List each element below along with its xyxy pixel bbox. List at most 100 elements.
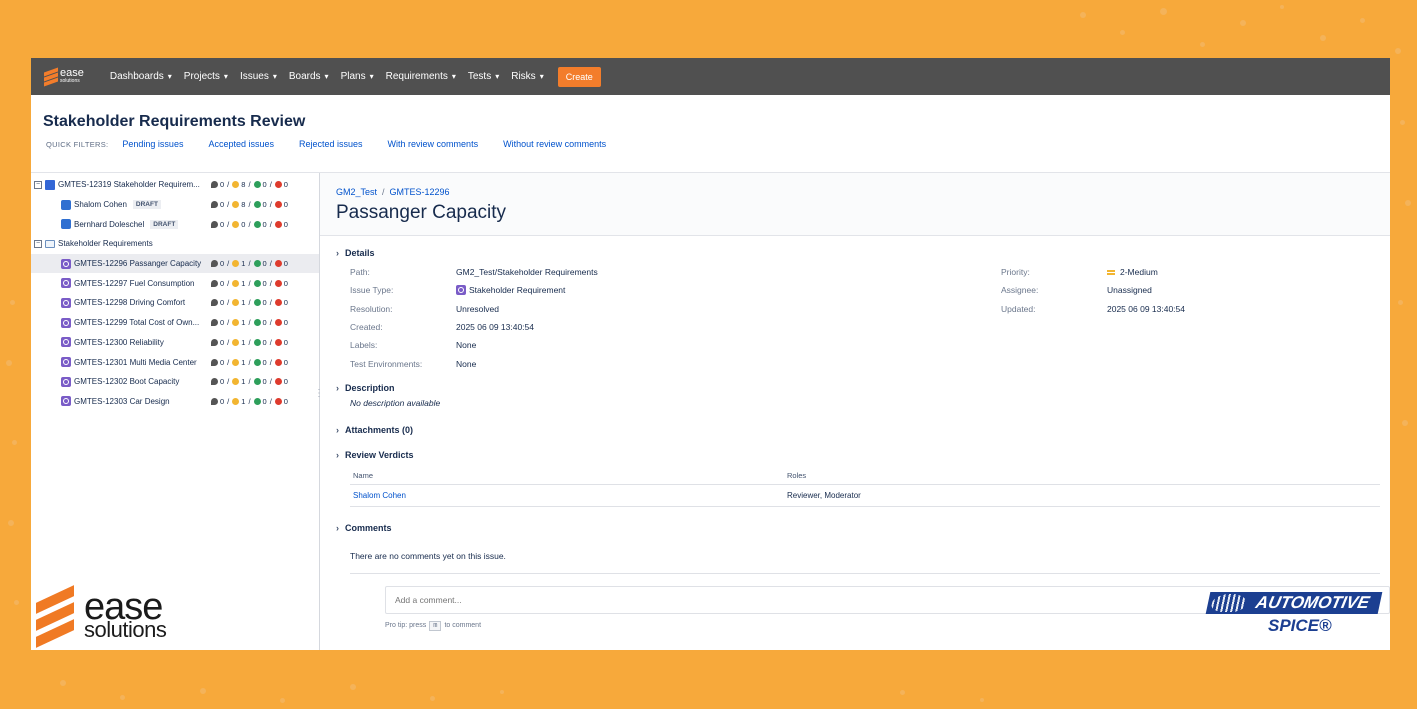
- filter-pending[interactable]: Pending issues: [122, 139, 183, 149]
- nav-risks[interactable]: Risks ▾: [511, 71, 543, 82]
- field-value-text: None: [456, 358, 477, 369]
- count-value: 0: [262, 200, 267, 210]
- review-verdicts-toggle[interactable]: › Review Verdicts: [336, 450, 1390, 460]
- verdict-col-roles[interactable]: Roles: [784, 466, 1380, 485]
- table-row: Shalom Cohen Reviewer, Moderator: [350, 484, 1380, 507]
- collapse-toggle-icon[interactable]: −: [34, 180, 42, 189]
- nav-boards[interactable]: Boards ▾: [289, 71, 329, 82]
- tree-item-label: GMTES-12300 Reliability: [74, 337, 164, 347]
- count-separator: /: [248, 200, 251, 210]
- requirement-icon: [61, 376, 71, 387]
- reviewer-icon: [61, 219, 71, 230]
- filter-without-comments[interactable]: Without review comments: [503, 139, 606, 149]
- nav-tests[interactable]: Tests ▾: [468, 71, 499, 82]
- count-value: 0: [283, 298, 288, 308]
- pending-icon: [232, 201, 240, 209]
- accepted-icon: [253, 319, 261, 327]
- nav-dashboards[interactable]: Dashboards ▾: [110, 71, 172, 82]
- count-value: 0: [283, 318, 288, 328]
- protip-suffix: to comment: [444, 621, 482, 629]
- tree-issue[interactable]: GMTES-12298 Driving Comfort 0/1/0/0: [31, 293, 319, 313]
- tree-issue[interactable]: GMTES-12302 Boot Capacity 0/1/0/0: [31, 372, 319, 392]
- details-toggle[interactable]: › Details: [336, 248, 1390, 258]
- protip-key: m: [429, 620, 442, 631]
- tree-issue[interactable]: GMTES-12300 Reliability 0/1/0/0: [31, 333, 319, 353]
- description-toggle[interactable]: › Description: [336, 383, 1390, 393]
- attachments-toggle[interactable]: › Attachments (0): [336, 425, 1390, 435]
- tree-issue[interactable]: GMTES-12301 Multi Media Center 0/1/0/0: [31, 352, 319, 372]
- panel-splitter-handle[interactable]: ⋮: [314, 388, 324, 399]
- top-navigation: ease solutions Dashboards ▾ Projects ▾ Issues…: [31, 58, 1390, 95]
- chevron-right-icon: ›: [336, 424, 339, 435]
- ease-solutions-logo: ease solutions: [36, 585, 167, 648]
- verdict-col-name[interactable]: Name: [350, 466, 784, 485]
- verdict-reviewer-name[interactable]: Shalom Cohen: [350, 484, 784, 507]
- count-value: 0: [220, 278, 225, 288]
- nav-requirements[interactable]: Requirements ▾: [386, 71, 456, 82]
- comments-count-icon: [211, 299, 218, 307]
- rejected-icon: [274, 397, 282, 405]
- count-separator: /: [248, 298, 251, 308]
- field-value: Unresolved: [456, 304, 499, 314]
- tree-item-label: GMTES-12319 Stakeholder Requirem...: [58, 180, 200, 190]
- nav-issues[interactable]: Issues ▾: [240, 71, 277, 82]
- filter-accepted[interactable]: Accepted issues: [208, 139, 274, 149]
- tree-issue[interactable]: GMTES-12296 Passanger Capacity 0/1/0/0: [31, 253, 319, 274]
- tree-reviewer[interactable]: Shalom Cohen DRAFT 0/8/0/0: [31, 195, 319, 215]
- count-separator: /: [269, 377, 272, 387]
- users-icon: [45, 179, 55, 190]
- field-row: Test Environments: None: [350, 354, 1390, 372]
- tree-review-root[interactable]: − GMTES-12319 Stakeholder Requirem... 0/8/…: [31, 175, 319, 195]
- pending-icon: [232, 397, 240, 405]
- count-separator: /: [248, 219, 251, 229]
- ease-logo-small[interactable]: ease solutions: [44, 66, 84, 87]
- tree-folder[interactable]: − Stakeholder Requirements: [31, 234, 319, 254]
- tree-issue[interactable]: GMTES-12297 Fuel Consumption 0/1/0/0: [31, 273, 319, 293]
- count-separator: /: [269, 180, 272, 190]
- filter-with-comments[interactable]: With review comments: [388, 139, 479, 149]
- count-value: 0: [283, 200, 288, 210]
- issue-panel: ⋮ GM2_Test / GMTES-12296 Passanger Capacit…: [314, 173, 1390, 650]
- breadcrumb-project[interactable]: GM2_Test: [336, 187, 377, 197]
- tree-reviewer[interactable]: Bernhard Doleschel DRAFT 0/0/0/0: [31, 214, 319, 234]
- comments-count-icon: [211, 358, 218, 366]
- tree-item-label: GMTES-12301 Multi Media Center: [74, 357, 197, 367]
- count-value: 1: [241, 278, 246, 288]
- review-verdicts-label: Review Verdicts: [345, 449, 414, 460]
- chevron-right-icon: ›: [336, 248, 339, 258]
- field-row: Resolution: Unresolved: [350, 300, 1390, 318]
- rejected-icon: [274, 358, 282, 366]
- spice-bottom-text: SPICE®: [1268, 616, 1332, 635]
- nav-label: Projects: [183, 71, 220, 82]
- count-value: 0: [220, 180, 225, 190]
- nav-projects[interactable]: Projects ▾: [184, 71, 228, 82]
- breadcrumb-issue-key[interactable]: GMTES-12296: [390, 187, 450, 197]
- comments-count-icon: [211, 378, 218, 386]
- verdicts-table: Name Roles Shalom Cohen Reviewer, Modera…: [350, 466, 1380, 507]
- review-tree: − GMTES-12319 Stakeholder Requirem... 0/8/…: [31, 173, 320, 650]
- requirement-icon: [61, 297, 71, 308]
- field-row: Issue Type: Stakeholder Requirement: [350, 281, 1390, 299]
- comments-count-icon: [211, 181, 218, 189]
- count-value: 8: [241, 180, 246, 190]
- field-label: Created:: [350, 322, 383, 333]
- filter-rejected[interactable]: Rejected issues: [299, 139, 363, 149]
- comments-toggle[interactable]: › Comments: [336, 523, 1390, 533]
- tree-issue[interactable]: GMTES-12299 Total Cost of Own... 0/1/0/0: [31, 313, 319, 333]
- tree-issue[interactable]: GMTES-12303 Car Design 0/1/0/0: [31, 392, 319, 412]
- count-separator: /: [227, 357, 230, 367]
- collapse-toggle-icon[interactable]: −: [34, 239, 42, 248]
- solutions-word: solutions: [84, 617, 167, 642]
- review-counts: 0/1/0/0: [211, 298, 288, 307]
- field-value: GM2_Test/Stakeholder Requirements: [456, 267, 598, 277]
- tree-item-label: Stakeholder Requirements: [58, 239, 153, 249]
- app-window: ease solutions Dashboards ▾ Projects ▾ Issues…: [31, 58, 1390, 650]
- review-counts: 0/8/0/0: [211, 200, 288, 209]
- rejected-icon: [274, 279, 282, 287]
- count-value: 0: [283, 180, 288, 190]
- count-separator: /: [269, 357, 272, 367]
- requirement-icon: [61, 357, 71, 368]
- create-button[interactable]: Create: [557, 66, 601, 87]
- nav-plans[interactable]: Plans ▾: [341, 71, 374, 82]
- issue-title: Passanger Capacity: [336, 202, 507, 223]
